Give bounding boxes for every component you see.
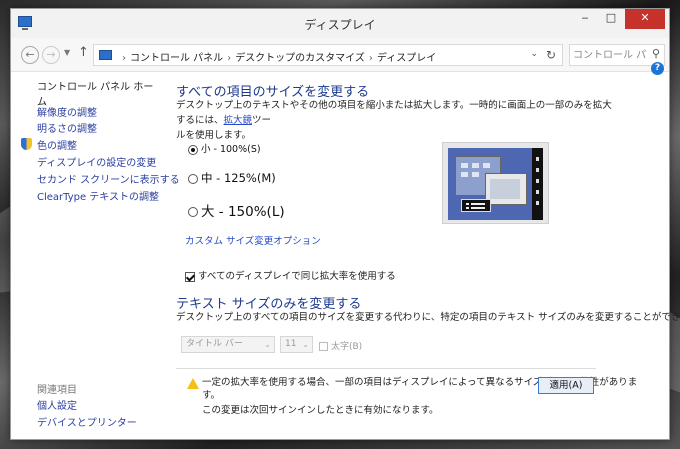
recent-locations-icon[interactable]: ▼ [64, 48, 70, 57]
search-input[interactable] [573, 48, 647, 62]
chevron-right-icon: › [227, 53, 232, 64]
sidebar-item-color[interactable]: 色の調整 [37, 137, 77, 152]
radio-button-medium[interactable] [188, 173, 198, 184]
chevron-down-icon: ⌄ [302, 340, 309, 349]
preview-screen [448, 148, 543, 220]
option-medium[interactable]: 中 - 125%(M) [188, 170, 276, 186]
sidebar: コントロール パネル ホーム 解像度の調整 明るさの調整 色の調整 ディスプレイ… [11, 72, 180, 440]
font-size-select-value: 11 [285, 339, 297, 349]
breadcrumb-item-control-panel[interactable]: コントロール パネル [130, 53, 223, 64]
preview-window-front [485, 173, 527, 205]
bold-label: 太字(B) [331, 342, 363, 352]
close-button[interactable]: ✕ [625, 9, 665, 29]
option-label-large: 大 - 150%(L) [201, 204, 285, 220]
item-select-value: タイトル バー [186, 339, 243, 349]
breadcrumb-item-display[interactable]: ディスプレイ [377, 53, 436, 64]
bold-option[interactable]: 太字(B) [319, 339, 362, 352]
sidebar-item-display-settings[interactable]: ディスプレイの設定の変更 [37, 154, 156, 169]
chevron-right-icon: › [122, 53, 126, 64]
section-description-text-only: デスクトップ上のすべての項目のサイズを変更する代わりに、特定の項目のテキスト サ… [176, 312, 680, 323]
option-label-small: 小 - 100%(S) [201, 144, 261, 155]
main-content: すべての項目のサイズを変更する デスクトップ上のテキストやその他の項目を縮小また… [176, 72, 680, 440]
back-button[interactable]: ← [21, 46, 39, 64]
magnifier-link[interactable]: 拡大鏡 [224, 115, 253, 126]
window-title: ディスプレイ [304, 18, 376, 32]
sidebar-item-cleartype[interactable]: ClearType テキストの調整 [37, 188, 159, 203]
option-small[interactable]: 小 - 100%(S) [188, 141, 261, 155]
option-label-medium: 中 - 125%(M) [201, 171, 276, 185]
description-text: ルを使用します。 [176, 130, 252, 141]
option-large[interactable]: 大 - 150%(L) [188, 200, 285, 220]
related-item-personalization[interactable]: 個人設定 [37, 397, 77, 412]
chevron-down-icon: ⌄ [264, 340, 271, 349]
radio-button-small[interactable] [188, 144, 198, 155]
signin-notice: この変更は次回サインインしたときに有効になります。 [202, 405, 439, 416]
minimize-button[interactable]: ‒ [572, 9, 598, 29]
scaling-preview-image [442, 142, 549, 224]
address-bar: ← → ▼ ↑ › コントロール パネル › デスクトップのカスタマイズ › ディスプレイ… [11, 38, 669, 72]
description-text: ツー [252, 115, 272, 126]
related-item-devices-printers[interactable]: デバイスとプリンター [37, 414, 137, 429]
same-scale-label: すべてのディスプレイで同じ拡大率を使用する [198, 271, 396, 282]
up-arrow-icon[interactable]: ↑ [78, 45, 89, 60]
help-icon[interactable]: ? [651, 62, 664, 75]
related-heading: 関連項目 [37, 385, 77, 396]
custom-sizing-options-link[interactable]: カスタム サイズ変更オプション [185, 233, 321, 247]
sidebar-item-second-screen[interactable]: セカンド スクリーンに表示する [37, 171, 180, 186]
warning-text: す。 [202, 390, 221, 401]
bold-checkbox[interactable] [319, 342, 328, 351]
radio-button-large[interactable] [188, 207, 198, 217]
warning-message: 一定の拡大率を使用する場合、一部の項目はディスプレイによって異なるサイズになる可… [202, 376, 637, 402]
item-select[interactable]: タイトル バー ⌄ [181, 336, 275, 353]
search-icon[interactable]: ⚲ [652, 47, 660, 60]
control-panel-icon [99, 50, 112, 60]
refresh-icon[interactable]: ↻ [546, 48, 556, 62]
font-size-select[interactable]: 11 ⌄ [280, 336, 313, 353]
warning-icon [187, 378, 199, 389]
apply-button[interactable]: 適用(A) [538, 377, 594, 394]
forward-button[interactable]: → [42, 46, 60, 64]
preview-window-menu [461, 199, 491, 212]
address-path-box[interactable]: › コントロール パネル › デスクトップのカスタマイズ › ディスプレイ ⌄ ↻ [93, 44, 563, 66]
breadcrumb: › コントロール パネル › デスクトップのカスタマイズ › ディスプレイ [118, 49, 436, 64]
chevron-down-icon[interactable]: ⌄ [530, 49, 538, 59]
divider [176, 368, 596, 369]
section-description-all-items: デスクトップ上のテキストやその他の項目を縮小または拡大します。一時的に画面上の一… [176, 98, 616, 143]
shield-icon [21, 138, 32, 150]
preview-charms-bar [532, 148, 543, 220]
breadcrumb-item-desktop-customization[interactable]: デスクトップのカスタマイズ [235, 53, 365, 64]
sidebar-item-resolution[interactable]: 解像度の調整 [37, 104, 97, 119]
display-window: ディスプレイ ‒ □ ✕ ← → ▼ ↑ › コントロール パネル › デスクトップの… [10, 8, 680, 440]
search-box[interactable]: ⚲ [569, 44, 665, 66]
same-scale-option[interactable]: すべてのディスプレイで同じ拡大率を使用する [185, 268, 396, 282]
maximize-button[interactable]: □ [598, 9, 624, 29]
sidebar-item-brightness[interactable]: 明るさの調整 [37, 120, 97, 135]
same-scale-checkbox[interactable] [185, 271, 195, 282]
chevron-right-icon: › [368, 53, 373, 64]
title-bar: ディスプレイ ‒ □ ✕ [11, 9, 669, 38]
